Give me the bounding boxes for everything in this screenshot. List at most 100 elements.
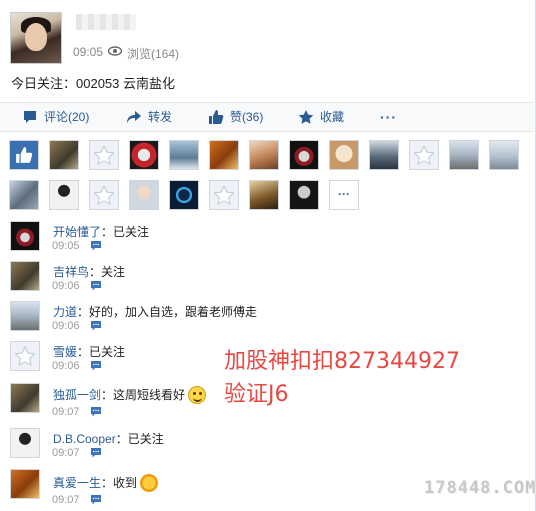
reply-icon[interactable] — [90, 240, 102, 251]
comment-text: ：关注 — [89, 265, 126, 279]
like-button[interactable]: 赞(36) — [208, 103, 263, 131]
liker-avatar[interactable] — [169, 140, 199, 170]
liker-avatar[interactable] — [129, 180, 159, 210]
liker-avatar[interactable] — [129, 140, 159, 170]
commenter-avatar[interactable] — [10, 383, 40, 413]
thumbs-up-icon — [209, 110, 224, 124]
liker-avatar[interactable] — [249, 140, 279, 170]
reply-icon[interactable] — [90, 494, 102, 505]
liker-avatar[interactable] — [249, 180, 279, 210]
comment-line: 雪媛：已关注 — [53, 343, 125, 360]
post-card: 09:05 浏览(164) 今日关注：002053 云南盐化 评论(20) 转发… — [0, 0, 536, 511]
comment-text: ：这周短线看好 — [101, 388, 186, 402]
comment-text: ：已关注 — [77, 345, 126, 359]
default-star-icon — [93, 144, 115, 165]
liker-avatar[interactable] — [209, 140, 239, 170]
like-label: 赞(36) — [230, 110, 264, 124]
reply-icon[interactable] — [90, 447, 102, 458]
comment-button[interactable]: 评论(20) — [22, 103, 89, 131]
commenter-name[interactable]: 力道 — [53, 305, 77, 319]
liker-avatar-default[interactable] — [209, 180, 239, 210]
default-star-icon — [213, 184, 235, 205]
view-count: 浏览(164) — [127, 47, 180, 61]
forward-button[interactable]: 转发 — [126, 103, 172, 131]
commenter-avatar[interactable] — [10, 221, 40, 251]
liker-avatar[interactable] — [329, 140, 359, 170]
liker-avatar[interactable] — [369, 140, 399, 170]
comment-item: D.B.Cooper：已关注 09:07 — [10, 428, 510, 468]
author-name-blurred[interactable] — [76, 14, 136, 30]
default-star-icon — [14, 345, 36, 366]
site-watermark: 178448.COM — [424, 478, 536, 498]
post-content: 今日关注：002053 云南盐化 — [11, 76, 175, 91]
star-icon — [298, 110, 314, 124]
commenter-name[interactable]: D.B.Cooper — [53, 432, 116, 446]
liker-avatar-default[interactable] — [409, 140, 439, 170]
commenter-avatar[interactable] — [10, 428, 40, 458]
forward-icon — [127, 111, 141, 123]
liker-avatar[interactable] — [289, 180, 319, 210]
collect-label: 收藏 — [320, 110, 345, 124]
comment-label: 评论(20) — [44, 110, 90, 124]
comment-text: ：好的，加入自选，跟着老师傅走 — [77, 305, 258, 319]
commenter-name[interactable]: 真爱一生 — [53, 476, 101, 490]
more-likers-button[interactable]: ··· — [329, 180, 359, 210]
comment-text: ：已关注 — [115, 432, 164, 446]
commenter-avatar[interactable] — [10, 261, 40, 291]
eye-icon — [108, 46, 122, 56]
comment-line: D.B.Cooper：已关注 — [53, 430, 164, 447]
avatar-face — [25, 23, 47, 51]
liker-avatar-default[interactable] — [89, 140, 119, 170]
reply-icon[interactable] — [90, 360, 102, 371]
forward-label: 转发 — [148, 110, 173, 124]
comment-text: ：收到 — [101, 476, 138, 490]
comment-time: 09:06 — [52, 360, 80, 372]
comment-item: 力道：好的，加入自选，跟着老师傅走 09:06 — [10, 301, 510, 341]
default-star-icon — [413, 144, 435, 165]
reply-icon[interactable] — [90, 320, 102, 331]
comment-text: ：已关注 — [101, 225, 150, 239]
commenter-avatar[interactable] — [10, 301, 40, 331]
comment-item: 开始懂了：已关注 09:05 — [10, 221, 510, 261]
comment-line: 真爱一生：收到 — [53, 474, 159, 492]
author-avatar[interactable] — [10, 12, 62, 64]
liker-avatar[interactable] — [9, 180, 39, 210]
more-actions-button[interactable]: ··· — [380, 103, 397, 131]
reply-icon[interactable] — [90, 280, 102, 291]
liker-avatar[interactable] — [489, 140, 519, 170]
default-star-icon — [93, 184, 115, 205]
reply-icon[interactable] — [90, 406, 102, 417]
comment-time: 09:07 — [52, 494, 80, 506]
comment-line: 力道：好的，加入自选，跟着老师傅走 — [53, 303, 257, 320]
liker-avatar[interactable] — [169, 180, 199, 210]
sun-emoji-icon — [140, 474, 159, 492]
overlay-promo-line1: 加股神扣扣827344927 — [224, 349, 460, 374]
commenter-name[interactable]: 吉祥鸟 — [53, 265, 89, 279]
liker-avatar[interactable] — [49, 180, 79, 210]
comment-time: 09:06 — [52, 320, 80, 332]
commenter-name[interactable]: 开始懂了 — [53, 225, 101, 239]
comment-time: 09:07 — [52, 406, 80, 418]
commenter-avatar[interactable] — [10, 469, 40, 499]
comment-line: 开始懂了：已关注 — [53, 223, 149, 240]
liker-avatar[interactable] — [49, 140, 79, 170]
comment-time: 09:06 — [52, 280, 80, 292]
liker-avatar[interactable] — [289, 140, 319, 170]
comment-icon — [24, 111, 36, 123]
thumbs-up-icon — [16, 147, 33, 163]
action-bar: 评论(20) 转发 赞(36) 收藏 ··· — [0, 102, 534, 132]
commenter-avatar-default[interactable] — [10, 341, 40, 371]
liker-avatar[interactable] — [449, 140, 479, 170]
comment-time: 09:07 — [52, 447, 80, 459]
comment-item: 吉祥鸟：关注 09:06 — [10, 261, 510, 301]
liker-avatar-default[interactable] — [89, 180, 119, 210]
commenter-name[interactable]: 雪媛 — [53, 345, 77, 359]
collect-button[interactable]: 收藏 — [298, 103, 344, 131]
comment-time: 09:05 — [52, 240, 80, 252]
commenter-name[interactable]: 独孤一剑 — [53, 388, 101, 402]
comment-line: 吉祥鸟：关注 — [53, 263, 125, 280]
smile-emoji-icon — [188, 386, 207, 404]
overlay-promo-line2: 验证J6 — [224, 382, 289, 407]
liker-avatar-thumb[interactable] — [9, 140, 39, 170]
comment-line: 独孤一剑：这周短线看好 — [53, 386, 207, 404]
